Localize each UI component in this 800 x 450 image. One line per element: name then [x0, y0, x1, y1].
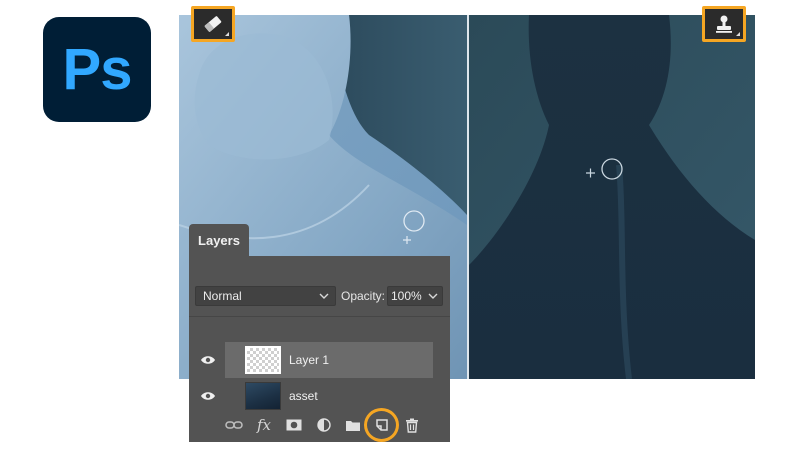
layer-thumbnail	[245, 346, 281, 374]
layers-tab-label: Layers	[198, 232, 240, 248]
layer-name[interactable]: Layer 1	[289, 353, 329, 367]
layer-name[interactable]: asset	[289, 389, 318, 403]
eye-visibility-icon[interactable]	[200, 354, 216, 366]
opacity-value: 100%	[391, 289, 422, 303]
opacity-input[interactable]: 100%	[387, 286, 443, 306]
layer-mask-icon[interactable]	[285, 416, 303, 434]
layer-row-layer-1[interactable]: Layer 1	[189, 342, 450, 378]
eye-visibility-icon[interactable]	[200, 390, 216, 402]
link-layers-icon[interactable]	[225, 416, 243, 434]
layers-panel: Layers Normal Opacity: 100% Layer 1 asse…	[189, 224, 450, 442]
adjustment-layer-icon[interactable]	[315, 416, 333, 434]
chevron-down-icon[interactable]	[427, 289, 439, 303]
layers-bottom-toolbar: fx	[189, 408, 450, 442]
layers-panel-body: Normal Opacity: 100% Layer 1 asset fx	[189, 256, 450, 442]
blend-mode-value: Normal	[203, 289, 242, 303]
clone-stamp-tool-button[interactable]	[702, 6, 746, 42]
new-group-folder-icon[interactable]	[344, 416, 362, 434]
opacity-label: Opacity:	[341, 289, 386, 303]
blend-mode-select[interactable]: Normal	[195, 286, 336, 306]
layer-content: Layer 1	[225, 342, 433, 378]
clone-stamp-icon	[716, 15, 732, 33]
panel-divider	[189, 316, 450, 317]
fx-label: fx	[256, 416, 271, 434]
tab-layers[interactable]: Layers	[189, 224, 249, 256]
eraser-icon	[204, 16, 222, 32]
layer-style-fx-icon[interactable]: fx	[255, 416, 273, 434]
eraser-tool-button[interactable]	[191, 6, 235, 42]
logo-text: Ps	[62, 36, 133, 102]
photoshop-logo: Ps	[43, 17, 151, 122]
chevron-down-icon	[319, 293, 329, 299]
delete-layer-icon[interactable]	[403, 416, 421, 434]
layer-thumbnail	[245, 382, 281, 410]
new-layer-highlight-ring	[364, 408, 399, 442]
